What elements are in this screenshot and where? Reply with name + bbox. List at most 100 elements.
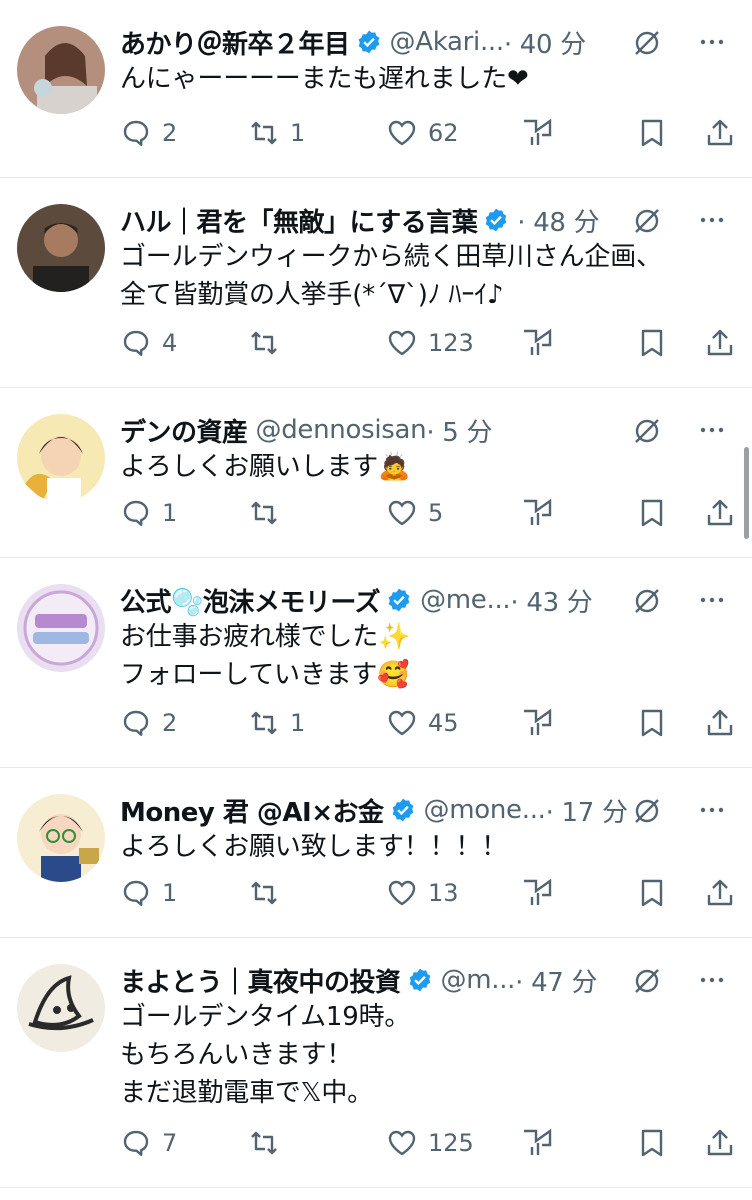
avatar[interactable]	[17, 204, 105, 292]
like-button[interactable]: 13	[386, 873, 459, 913]
repost-count: 1	[290, 709, 306, 737]
like-button[interactable]: 62	[386, 113, 459, 153]
reply-button[interactable]: 4	[120, 323, 177, 363]
like-button[interactable]: 125	[386, 1123, 474, 1163]
reply-button[interactable]: 7	[120, 1123, 177, 1163]
display-name[interactable]: あかり＠新卒２年目	[120, 24, 350, 61]
reply-button[interactable]: 2	[120, 113, 177, 153]
repost-button[interactable]: 1	[248, 113, 305, 153]
tweet[interactable]: まよとう｜真夜中の投資 @m... · 47 分 ゴールデンタイム19時。 もち…	[0, 938, 752, 1188]
bookmark-button[interactable]	[636, 323, 668, 363]
display-name[interactable]: ハル｜君を「無敵」にする言葉	[120, 202, 478, 239]
grok-icon[interactable]	[632, 28, 662, 58]
like-button[interactable]: 45	[386, 703, 459, 743]
grok-icon[interactable]	[632, 416, 662, 446]
like-button[interactable]: 5	[386, 493, 443, 533]
tweet[interactable]: 公式🫧泡沫メモリーズ @me... · 43 分 お仕事お疲れ様でした✨ フォロ…	[0, 558, 752, 768]
handle[interactable]: @m...	[441, 965, 516, 995]
bookmark-button[interactable]	[636, 703, 668, 743]
avatar[interactable]	[17, 794, 105, 882]
repost-icon	[251, 501, 277, 525]
tweet[interactable]: Money 君 @AI×お金 @mone... · 17 分 よろしくお願い致し…	[0, 768, 752, 938]
analytics-icon	[524, 878, 552, 905]
grok-icon[interactable]	[632, 796, 662, 826]
reply-count: 1	[162, 879, 178, 907]
more-icon[interactable]	[696, 414, 728, 446]
timestamp[interactable]: · 47 分	[515, 962, 597, 999]
verified-badge-icon	[388, 588, 410, 612]
views-button[interactable]	[520, 493, 552, 533]
views-button[interactable]	[520, 113, 552, 153]
more-icon[interactable]	[696, 26, 728, 58]
views-button[interactable]	[520, 1123, 552, 1163]
share-icon	[707, 499, 733, 526]
avatar[interactable]	[17, 964, 105, 1052]
tweet[interactable]: あかり＠新卒２年目 @Akari... · 40 分 んにゃーーーーまたも遅れま…	[0, 0, 752, 178]
share-button[interactable]	[704, 1123, 736, 1163]
timestamp[interactable]: · 43 分	[510, 582, 592, 619]
repost-button[interactable]	[248, 1123, 290, 1163]
display-name[interactable]: まよとう｜真夜中の投資	[120, 962, 401, 999]
timestamp[interactable]: · 5 分	[426, 412, 492, 449]
more-icon[interactable]	[696, 584, 728, 616]
repost-icon	[251, 331, 277, 355]
avatar[interactable]	[17, 26, 105, 114]
bookmark-button[interactable]	[636, 113, 668, 153]
bookmark-icon	[641, 499, 663, 527]
display-name[interactable]: Money 君 @AI×お金	[120, 792, 384, 829]
bookmark-icon	[641, 329, 663, 357]
reply-count: 2	[162, 119, 178, 147]
bookmark-button[interactable]	[636, 493, 668, 533]
reply-button[interactable]: 1	[120, 873, 177, 913]
like-count: 45	[428, 709, 459, 737]
like-count: 5	[428, 499, 444, 527]
like-button[interactable]: 123	[386, 323, 474, 363]
share-icon	[707, 329, 733, 356]
tweet[interactable]: デンの資産 @dennosisan · 5 分 よろしくお願いします🙇 1 5	[0, 388, 752, 558]
share-button[interactable]	[704, 113, 736, 153]
scrollbar[interactable]	[744, 447, 749, 539]
verified-badge-icon	[358, 30, 379, 54]
handle[interactable]: @mone...	[424, 795, 546, 825]
display-name[interactable]: デンの資産	[120, 412, 248, 449]
display-name[interactable]: 公式🫧泡沫メモリーズ	[120, 582, 381, 619]
repost-button[interactable]	[248, 493, 290, 533]
analytics-icon	[524, 498, 552, 525]
repost-button[interactable]	[248, 323, 290, 363]
repost-icon	[251, 1131, 277, 1155]
tweet-text: よろしくお願いします🙇	[120, 448, 728, 486]
more-icon[interactable]	[696, 794, 728, 826]
repost-button[interactable]: 1	[248, 703, 305, 743]
views-button[interactable]	[520, 703, 552, 743]
timestamp[interactable]: · 40 分	[504, 24, 586, 61]
timestamp[interactable]: · 48 分	[517, 202, 599, 239]
action-bar: 7 125	[0, 1123, 752, 1163]
tweet-text: ゴールデンウィークから続く田草川さん企画、 全て皆勤賞の人挙手(*´∇`)ﾉ ﾊ…	[120, 238, 728, 314]
avatar[interactable]	[17, 584, 105, 672]
tweet-line: 全て皆勤賞の人挙手(*´∇`)ﾉ ﾊｰｲ♪	[120, 280, 504, 310]
repost-button[interactable]	[248, 873, 290, 913]
share-button[interactable]	[704, 873, 736, 913]
handle[interactable]: @dennosisan	[256, 415, 427, 445]
avatar[interactable]	[17, 414, 105, 502]
grok-icon[interactable]	[632, 966, 662, 996]
views-button[interactable]	[520, 873, 552, 913]
grok-icon[interactable]	[632, 206, 662, 236]
share-button[interactable]	[704, 323, 736, 363]
timestamp[interactable]: · 17 分	[546, 792, 628, 829]
handle[interactable]: @me...	[420, 585, 511, 615]
reply-icon	[123, 500, 149, 526]
tweet[interactable]: ハル｜君を「無敵」にする言葉 · 48 分 ゴールデンウィークから続く田草川さん…	[0, 178, 752, 388]
tweet-line: よろしくお願いします🙇	[120, 452, 411, 482]
bookmark-button[interactable]	[636, 873, 668, 913]
more-icon[interactable]	[696, 204, 728, 236]
bookmark-button[interactable]	[636, 1123, 668, 1163]
reply-button[interactable]: 1	[120, 493, 177, 533]
more-icon[interactable]	[696, 964, 728, 996]
grok-icon[interactable]	[632, 586, 662, 616]
share-button[interactable]	[704, 493, 736, 533]
views-button[interactable]	[520, 323, 552, 363]
share-button[interactable]	[704, 703, 736, 743]
handle[interactable]: @Akari...	[390, 27, 505, 57]
reply-button[interactable]: 2	[120, 703, 177, 743]
